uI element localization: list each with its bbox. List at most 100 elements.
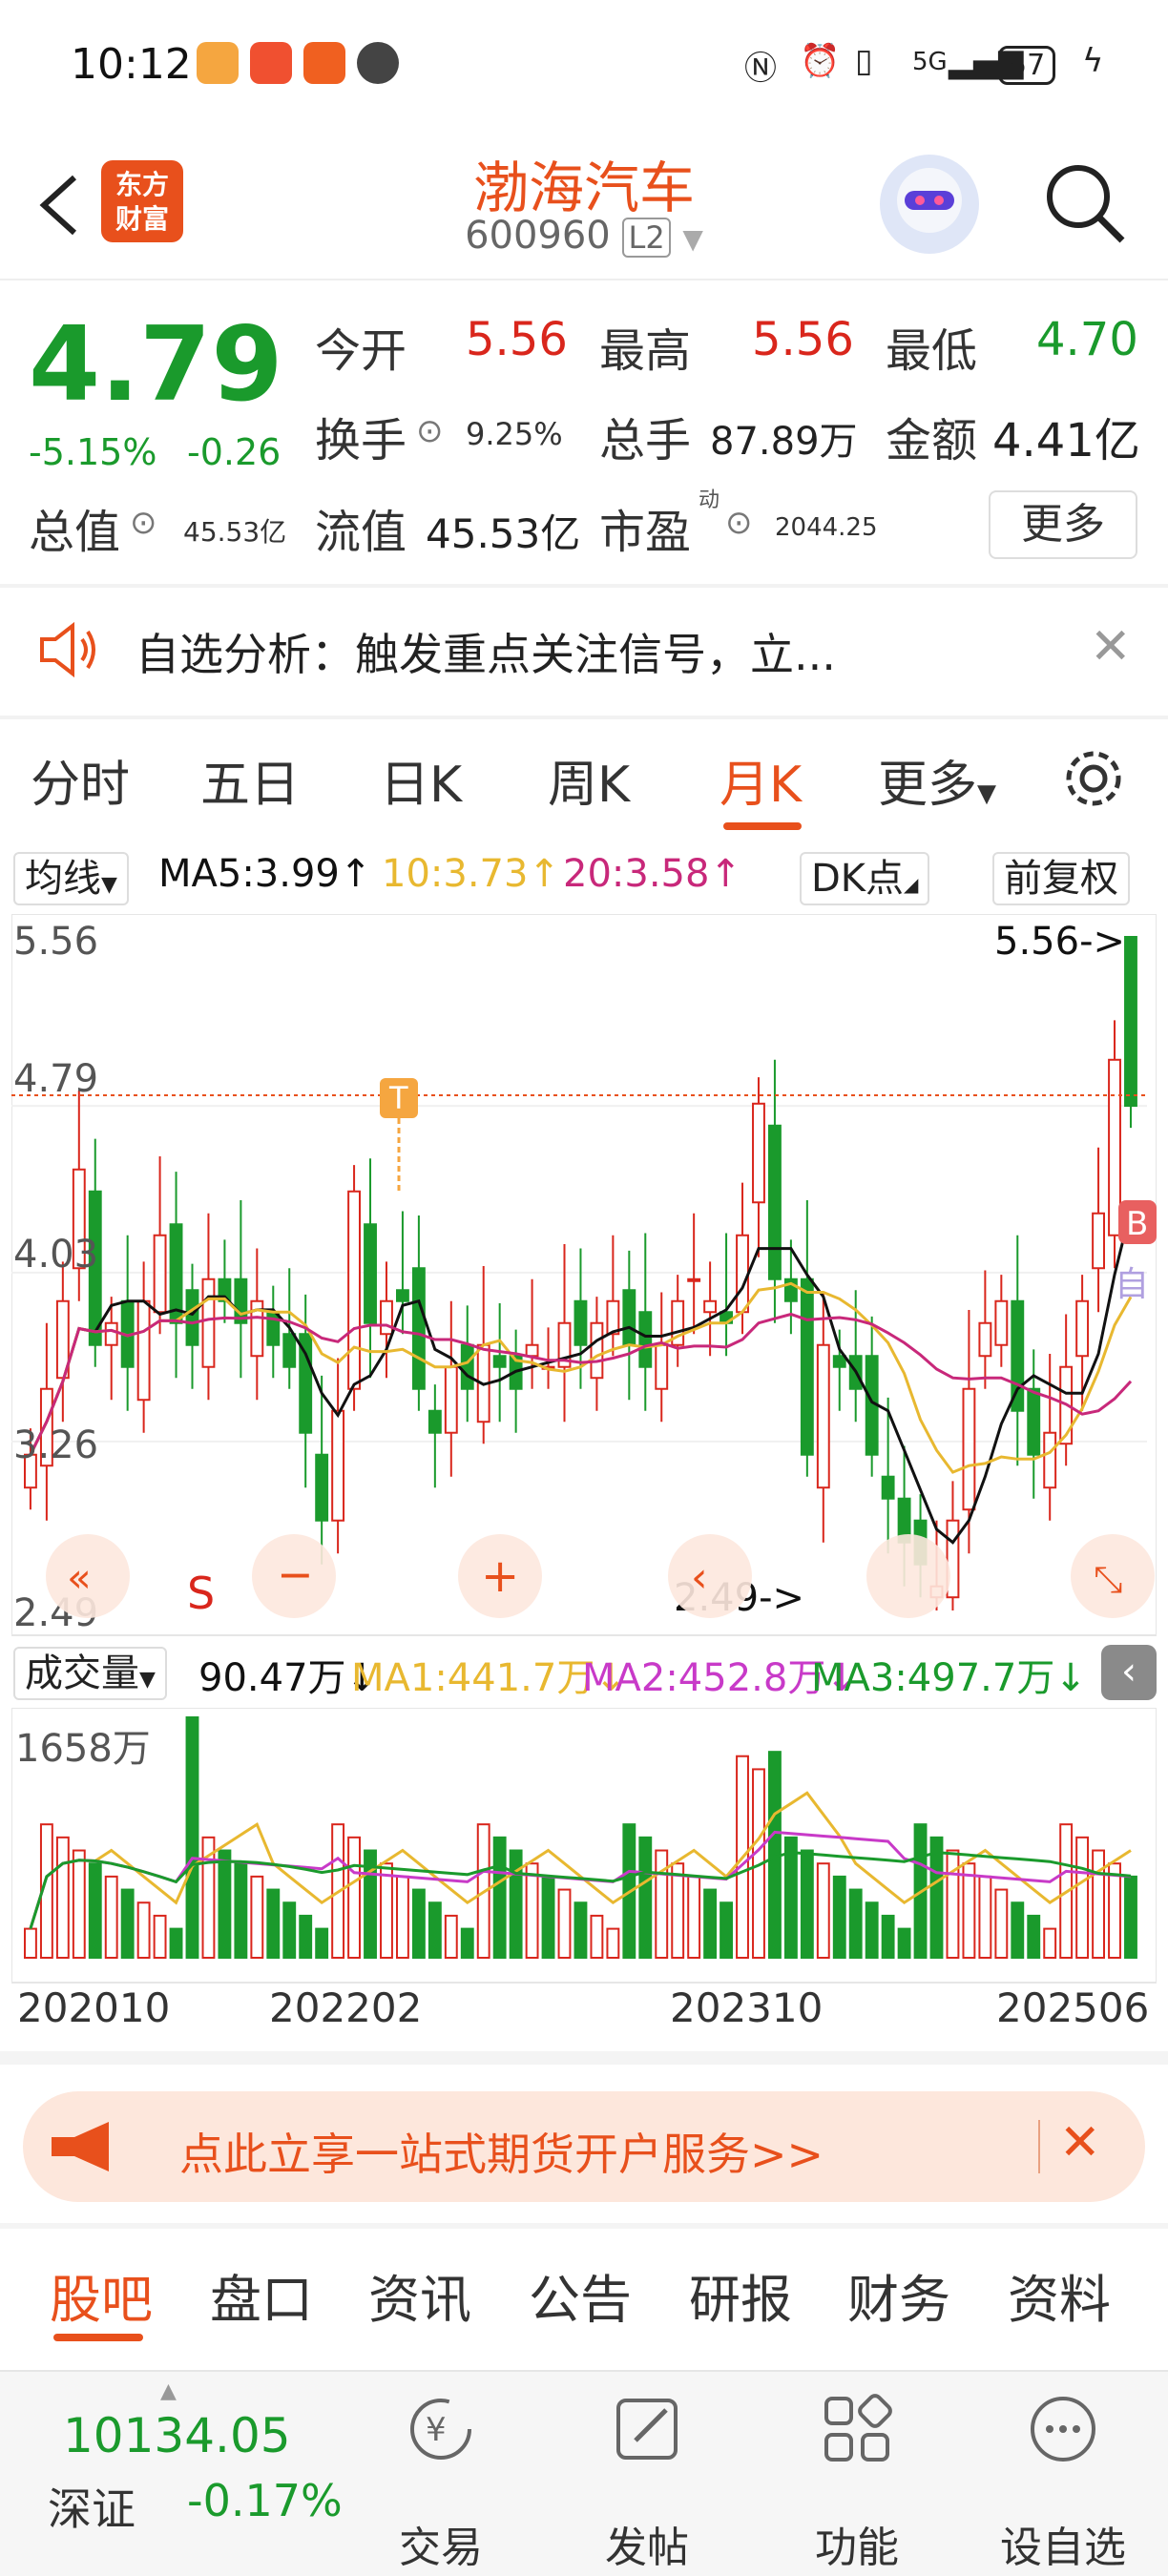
- taobao-notification-icon: [250, 42, 292, 84]
- amount-label: 金额: [886, 414, 978, 467]
- speaker-icon: [40, 621, 95, 678]
- turnover-value: 9.25%: [466, 416, 563, 452]
- search-icon[interactable]: [1042, 160, 1128, 246]
- low-label: 最低: [886, 324, 978, 378]
- self-select-marker: 自: [1115, 1265, 1149, 1304]
- high-label: 最高: [599, 324, 692, 378]
- open-label: 今开: [315, 324, 407, 378]
- t-signal-text: T: [388, 1080, 408, 1116]
- volume-indicator-selector[interactable]: 成交量▼: [13, 1647, 167, 1700]
- caret-down-icon: ▼: [977, 779, 997, 808]
- content-tabs: 股吧 盘口 资讯 公告 研报 财务 资料: [0, 2223, 1168, 2347]
- status-bar: 10:12 Ⓝ ⏰ ▯ 5G ▂▄▆ 57 ϟ: [0, 0, 1168, 134]
- info-icon[interactable]: ⊙: [416, 412, 444, 450]
- wechat-notification-icon: [357, 42, 399, 84]
- compose-post-icon[interactable]: [611, 2393, 683, 2465]
- tab-news[interactable]: 资讯: [368, 2257, 471, 2333]
- quote-panel: 4.79 -5.15% -0.26 今开 5.56 最高 5.56 最低 4.7…: [0, 279, 1168, 584]
- banner-text: 点此立享一站式期货开户服务>>: [179, 2129, 824, 2180]
- x-axis-label: 202202: [269, 1984, 423, 2031]
- close-icon[interactable]: ✕: [1059, 2114, 1101, 2171]
- ma10-value: 10:3.73↑: [382, 852, 560, 896]
- tab-daily-k[interactable]: 日K: [380, 744, 462, 816]
- index-change: -0.17%: [187, 2475, 343, 2526]
- megaphone-icon: [52, 2122, 109, 2171]
- amount-value: 4.41亿: [992, 414, 1140, 467]
- tab-research[interactable]: 研报: [689, 2257, 792, 2333]
- notice-bar[interactable]: 自选分析：触发重点关注信号，立... ✕: [0, 584, 1168, 717]
- x-axis-label: 202506: [996, 1984, 1150, 2031]
- tab-guba[interactable]: 股吧: [50, 2257, 153, 2333]
- active-tab-indicator: [53, 2334, 143, 2341]
- tab-weekly-k[interactable]: 周K: [548, 744, 630, 816]
- left-arrow-icon: ‹: [691, 1553, 708, 1602]
- tab-intraday[interactable]: 分时: [31, 744, 130, 816]
- pe-label: 市盈: [599, 506, 692, 559]
- low-value: 4.70: [1036, 313, 1138, 366]
- mktcap-label: 总值: [29, 506, 121, 559]
- more-quote-button[interactable]: 更多: [989, 490, 1137, 559]
- mktcap-value: 45.53亿: [183, 516, 287, 548]
- app-notification-icon: [303, 42, 345, 84]
- tab-profile[interactable]: 资料: [1008, 2257, 1111, 2333]
- change-amount: -0.26: [187, 431, 282, 473]
- scroll-left-button: [668, 1534, 752, 1618]
- tab-finance[interactable]: 财务: [847, 2257, 950, 2333]
- level-badge: L2: [622, 218, 671, 258]
- nav-trade[interactable]: 交易: [365, 2513, 517, 2574]
- x-axis-label: 202310: [670, 1984, 824, 2031]
- stock-code-row[interactable]: 600960 L2 ▼: [0, 214, 1168, 258]
- tab-monthly-k[interactable]: 月K: [720, 744, 802, 816]
- ma20-value: 20:3.58↑: [563, 852, 741, 896]
- nav-post[interactable]: 发帖: [571, 2513, 723, 2574]
- info-icon[interactable]: ⊙: [130, 504, 157, 542]
- index-value[interactable]: 10134.05: [63, 2408, 291, 2463]
- ai-assistant-avatar[interactable]: [880, 155, 979, 254]
- nav-add-watchlist[interactable]: 设自选: [987, 2513, 1139, 2574]
- ma-legend-row: 均线▼ MA5:3.99↑ 10:3.73↑ 20:3.58↑ DK点◢ 前复权: [0, 844, 1168, 911]
- trade-icon[interactable]: ¥: [405, 2393, 477, 2465]
- y-axis-mid1: 4.79: [13, 1057, 98, 1101]
- current-price: 4.79: [29, 305, 283, 425]
- tab-five-day[interactable]: 五日: [200, 744, 300, 816]
- max-price-marker: 5.56->: [994, 920, 1125, 964]
- settings-gear-icon[interactable]: [1059, 744, 1128, 813]
- kline-chart[interactable]: 5.56 4.79 4.03 3.26 2.49 5.56-> 2.49-> T…: [11, 914, 1157, 1639]
- dk-point-selector[interactable]: DK点◢: [800, 852, 930, 905]
- tab-more-label: 更多: [878, 757, 978, 814]
- tab-more[interactable]: 更多▼: [878, 744, 996, 816]
- adjust-selector[interactable]: 前复权: [992, 852, 1130, 905]
- close-icon[interactable]: ✕: [1090, 618, 1132, 675]
- volume-value: 87.89万: [710, 420, 858, 464]
- info-icon[interactable]: ⊙: [725, 504, 753, 542]
- volume-label: 总手: [599, 414, 692, 467]
- high-value: 5.56: [752, 313, 854, 366]
- collapse-panel-button[interactable]: ‹: [1101, 1645, 1157, 1700]
- more-dots-icon[interactable]: [1027, 2393, 1099, 2465]
- volume-y-max: 1658万: [15, 1727, 151, 1771]
- tab-announcements[interactable]: 公告: [529, 2257, 632, 2333]
- caret-down-icon: ▼: [139, 1668, 156, 1692]
- indicator-selector[interactable]: 均线▼: [13, 852, 129, 905]
- float-label: 流值: [315, 506, 407, 559]
- futures-ad-banner[interactable]: 点此立享一站式期货开户服务>> ✕: [23, 2091, 1145, 2202]
- volume-chart[interactable]: 1658万: [11, 1708, 1157, 1984]
- nav-function[interactable]: 功能: [781, 2513, 933, 2574]
- double-left-arrow-icon: «: [67, 1554, 92, 1601]
- chevron-down-icon: ▼: [682, 223, 703, 255]
- s-signal-text: S: [187, 1568, 215, 1619]
- pe-value: 2044.25: [775, 513, 878, 542]
- tab-order-book[interactable]: 盘口: [210, 2257, 313, 2333]
- ma5-value: MA5:3.99↑: [158, 852, 372, 896]
- volume-selector-label: 成交量: [25, 1652, 139, 1695]
- bottom-navigation: ▲ 10134.05 深证 -0.17% ¥ 交易 发帖 功能 设自选: [0, 2370, 1168, 2576]
- app-notification-icon: [197, 42, 239, 84]
- function-grid-icon[interactable]: [821, 2393, 893, 2465]
- notice-text: 自选分析：触发重点关注信号，立...: [136, 629, 836, 680]
- alarm-icon: ⏰: [800, 42, 841, 80]
- stock-code: 600960: [465, 214, 611, 258]
- b-signal-text: B: [1126, 1205, 1148, 1243]
- index-name: 深证: [48, 2483, 136, 2535]
- y-axis-mid2: 4.03: [13, 1233, 98, 1277]
- stock-name: 渤海汽车: [472, 156, 695, 220]
